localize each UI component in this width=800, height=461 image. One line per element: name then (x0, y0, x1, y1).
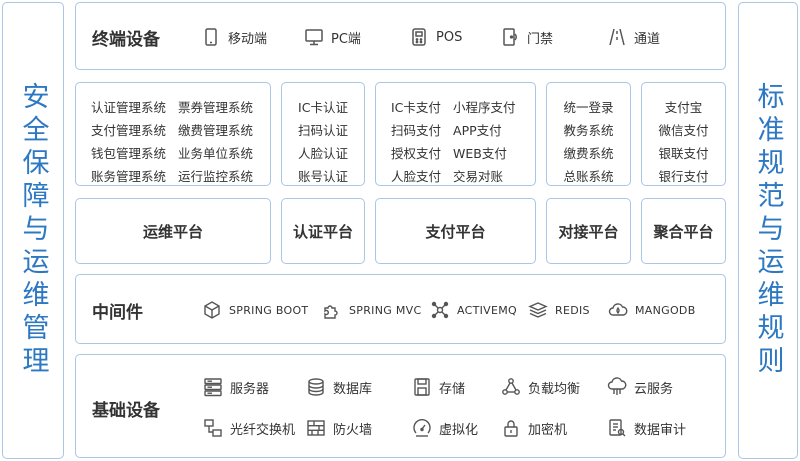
infra-item-encryption: 加密机 (501, 418, 567, 438)
middleware-item-springboot: SPRING BOOT (202, 300, 308, 320)
infrastructure-row: 基础设备 服务器 数据库 存储 负载均衡 云服务 光纤交换机 防火墙 虚拟化 加… (75, 354, 726, 458)
fiber-switch-icon (203, 418, 223, 438)
server-icon (203, 377, 223, 397)
system-item: 缴费管理系统 (178, 123, 254, 138)
middleware-title: 中间件 (92, 303, 143, 323)
system-item: 业务单位系统 (178, 146, 254, 161)
storage-icon (412, 377, 432, 397)
system-item: 票券管理系统 (178, 100, 254, 115)
right-standards-panel: 标准规范与运维规则 (738, 2, 798, 459)
platform-ops: 运维平台 (75, 198, 271, 264)
data-audit-icon (607, 418, 627, 438)
monitor-icon (304, 27, 324, 47)
pay-methods-box: IC卡支付 小程序支付 扫码支付 APP支付 授权支付 WEB支付 人脸支付 交… (375, 82, 536, 186)
infra-title: 基础设备 (92, 401, 160, 421)
dock-systems-box: 统一登录 教务系统 缴费系统 总账系统 (546, 82, 631, 186)
puzzle-icon (322, 300, 342, 320)
middleware-item-springmvc: SPRING MVC (322, 300, 421, 320)
middleware-item-mangodb: MANGODB (608, 300, 696, 320)
system-item: 运行监控系统 (178, 169, 254, 184)
terminal-item-pos: POS (409, 27, 462, 47)
layers-icon (528, 300, 548, 320)
firewall-icon (306, 418, 326, 438)
dock-item: 教务系统 (563, 123, 614, 138)
mgmt-systems-box: 认证管理系统 票券管理系统 支付管理系统 缴费管理系统 钱包管理系统 业务单位系… (75, 82, 271, 186)
pay-item: 人脸支付 (391, 169, 442, 184)
pos-icon (409, 27, 429, 47)
pay-item: 小程序支付 (453, 100, 516, 115)
terminal-item-passage: 通道 (607, 27, 660, 47)
auth-methods-box: IC卡认证 扫码认证 人脸认证 账号认证 (281, 82, 365, 186)
system-item: 账务管理系统 (91, 169, 167, 184)
infra-item-firewall: 防火墙 (306, 418, 372, 438)
dock-item: 缴费系统 (563, 146, 614, 161)
middleware-row: 中间件 SPRING BOOT SPRING MVC ACTIVEMQ REDI… (75, 274, 726, 344)
auth-item: IC卡认证 (298, 100, 348, 115)
mobile-icon (201, 27, 221, 47)
platform-agg: 聚合平台 (641, 198, 726, 264)
door-access-icon (500, 27, 520, 47)
platform-pay: 支付平台 (375, 198, 536, 264)
platform-auth: 认证平台 (281, 198, 365, 264)
dock-item: 统一登录 (563, 100, 614, 115)
network-nodes-icon (430, 300, 450, 320)
pay-item: APP支付 (453, 123, 502, 138)
infra-item-storage: 存储 (412, 377, 465, 397)
middleware-item-activemq: ACTIVEMQ (430, 300, 517, 320)
terminal-item-door: 门禁 (500, 27, 553, 47)
platform-dock: 对接平台 (546, 198, 631, 264)
encryption-icon (501, 418, 521, 438)
infra-item-cloud: 云服务 (607, 377, 673, 397)
infra-item-data-audit: 数据审计 (607, 418, 686, 438)
auth-item: 扫码认证 (297, 123, 348, 138)
auth-item: 账号认证 (297, 169, 348, 184)
system-item: 认证管理系统 (91, 100, 167, 115)
dock-item: 总账系统 (563, 169, 614, 184)
pay-item: 交易对账 (453, 169, 504, 184)
system-item: 支付管理系统 (91, 123, 167, 138)
infra-item-virtualization: 虚拟化 (412, 418, 478, 438)
terminal-title: 终端设备 (92, 30, 160, 50)
pay-item: 授权支付 (391, 146, 442, 161)
agg-item: 微信支付 (658, 123, 709, 138)
left-security-panel: 安全保障与运维管理 (2, 2, 64, 459)
terminal-item-pc: PC端 (304, 27, 361, 47)
virtualization-icon (412, 418, 432, 438)
agg-pay-box: 支付宝 微信支付 银联支付 银行支付 (641, 82, 726, 186)
terminal-devices-row: 终端设备 移动端 PC端 POS 门禁 通道 (75, 2, 726, 70)
terminal-item-mobile: 移动端 (201, 27, 267, 47)
agg-item: 银联支付 (658, 146, 709, 161)
infra-item-fiber-switch: 光纤交换机 (203, 418, 295, 438)
database-icon (306, 377, 326, 397)
auth-item: 人脸认证 (297, 146, 348, 161)
cloud-leaf-icon (608, 300, 628, 320)
cube-icon (202, 300, 222, 320)
system-item: 钱包管理系统 (91, 146, 167, 161)
agg-item: 银行支付 (658, 169, 709, 184)
middleware-item-redis: REDIS (528, 300, 590, 320)
load-balance-icon (501, 377, 521, 397)
agg-item: 支付宝 (664, 100, 703, 115)
infra-item-server: 服务器 (203, 377, 269, 397)
right-standards-label: 标准规范与运维规则 (752, 82, 784, 379)
cloud-service-icon (607, 377, 627, 397)
infra-item-database: 数据库 (306, 377, 372, 397)
left-security-label: 安全保障与运维管理 (17, 82, 49, 379)
pay-item: IC卡支付 (391, 100, 441, 115)
pay-item: WEB支付 (453, 146, 507, 161)
infra-item-load-balance: 负载均衡 (501, 377, 580, 397)
passage-icon (607, 27, 627, 47)
pay-item: 扫码支付 (391, 123, 442, 138)
